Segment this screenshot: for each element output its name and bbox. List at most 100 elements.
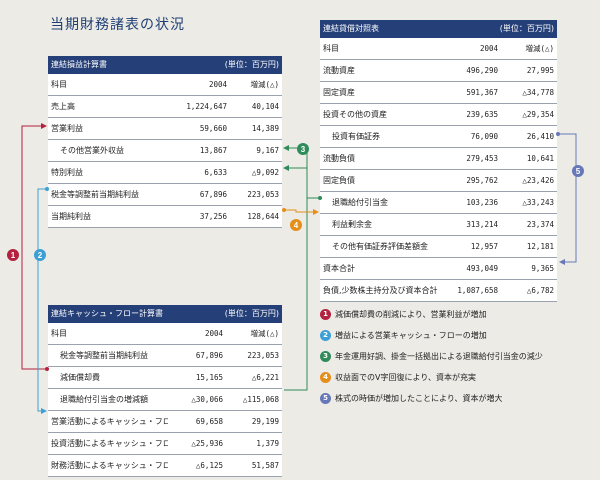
table-row: 特別利益 6,633 △9,092 [48,161,282,184]
svg-text:3: 3 [301,145,306,154]
table-row: その他営業外収益 13,867 9,167 [48,139,282,162]
row-value-2004: 313,214 [441,213,501,236]
row-value-2004: 103,236 [441,191,501,214]
row-value-2004: △30,066 [168,388,226,411]
badge-5: 5 [572,165,584,177]
row-label: 負債,少数株主持分及び資本合計 [320,279,441,302]
legend-text: 年金運用好調、掛金一括拠出による退職給付引当金の減少 [335,352,543,361]
row-label: 営業利益 [48,117,170,140]
page-title: 当期財務諸表の状況 [50,17,185,33]
table-row: 営業利益 59,660 14,389 [48,117,282,140]
svg-text:1: 1 [11,251,16,260]
row-label: 流動資産 [320,59,441,82]
connector-3b [283,145,308,168]
table-row: 減価償却費 15,165 △6,221 [48,366,282,389]
row-label: 科目 [48,322,168,345]
row-value-2004: 59,660 [170,117,230,140]
row-value-2004: 67,896 [170,183,230,206]
row-value-2004: 2004 [170,73,230,96]
row-label: 利益剰余金 [320,213,441,236]
table-row: 投資有価証券 76,090 26,410 [320,125,557,148]
connector-1 [21,123,47,370]
row-value-change: △9,092 [230,161,282,184]
row-value-2004: 69,658 [168,410,226,433]
badge-1: 1 [7,249,19,261]
row-label: その他営業外収益 [48,139,170,162]
row-label: 特別利益 [48,161,170,184]
row-value-change: 27,995 [501,59,557,82]
row-label: 退職給付引当金の増減額 [48,388,168,411]
row-label: 科目 [320,37,441,60]
legend-badge: 4 [320,372,331,383]
table-row: 科目 2004 増減(△) [320,37,557,60]
table-row: 固定資産 591,367 △34,778 [320,81,557,104]
row-value-2004: 295,762 [441,169,501,192]
badge-4: 4 [290,219,302,231]
row-value-2004: 496,290 [441,59,501,82]
row-label: 営業活動によるキャッシュ・フロー [48,410,168,433]
legend-text: 株式の時価が増加したことにより、資本が増大 [335,394,503,403]
cashflow-table-title: 連結キャッシュ・フロー計算書 [48,305,168,323]
row-label: 科目 [48,73,170,96]
row-value-2004: 591,367 [441,81,501,104]
row-label: 資本合計 [320,257,441,280]
row-label: 財務活動によるキャッシュ・フロー [48,454,168,477]
row-value-change: 223,053 [230,183,282,206]
row-value-change: 23,374 [501,213,557,236]
table-row: 投資活動によるキャッシュ・フロー △25,936 1,379 [48,432,282,455]
table-row: 投資その他の資産 239,635 △29,354 [320,103,557,126]
legend-text: 減価償却費の削減により、営業利益が増加 [335,310,487,319]
balance-table-title: 連結貸借対照表 [320,20,441,38]
connector-3c [284,198,308,391]
row-value-change: 増減(△) [501,37,557,60]
badge-3: 3 [297,143,309,155]
legend-badge: 1 [320,309,331,320]
row-value-2004: 239,635 [441,103,501,126]
row-value-change: 9,365 [501,257,557,280]
row-value-change: 40,104 [230,95,282,118]
table-row: 科目 2004 増減(△) [48,73,282,96]
table-row: 退職給付引当金の増減額 △30,066 △115,068 [48,388,282,411]
badge-2: 2 [34,249,46,261]
table-row: 営業活動によるキャッシュ・フロー 69,658 29,199 [48,410,282,433]
legend: 1 減価償却費の削減により、営業利益が増加 2 増益による営業キャッシュ・フロー… [320,304,596,409]
table-row: 利益剰余金 313,214 23,374 [320,213,557,236]
row-value-2004: 493,049 [441,257,501,280]
table-row: 固定負債 295,762 △23,426 [320,169,557,192]
row-value-change: 増減(△) [230,73,282,96]
row-label: 税金等調整前当期純利益 [48,183,170,206]
row-value-change: △23,426 [501,169,557,192]
row-value-change: △6,221 [226,366,282,389]
row-label: 固定負債 [320,169,441,192]
legend-item: 2 増益による営業キャッシュ・フローの増加 [320,325,596,346]
table-row: 財務活動によるキャッシュ・フロー △6,125 51,587 [48,454,282,477]
table-row: 退職給付引当金 103,236 △33,243 [320,191,557,214]
row-label: その他有価証券評価差額金 [320,235,441,258]
table-row: その他有価証券評価差額金 12,957 12,181 [320,235,557,258]
row-label: 税金等調整前当期純利益 [48,344,168,367]
row-value-2004: 13,867 [170,139,230,162]
balance-table-unit: (単位：百万円) [441,20,557,38]
row-label: 退職給付引当金 [320,191,441,214]
row-value-2004: △25,936 [168,432,226,455]
table-row: 資本合計 493,049 9,365 [320,257,557,280]
connector-4-dot [282,208,286,212]
row-label: 投資有価証券 [320,125,441,148]
cashflow-table-unit: (単位：百万円) [168,305,282,323]
row-value-2004: 37,256 [170,205,230,228]
row-value-change: △115,068 [226,388,282,411]
row-value-change: 223,053 [226,344,282,367]
row-value-change: 増減(△) [226,322,282,345]
connector-2 [37,188,47,414]
table-row: 税金等調整前当期純利益 67,896 223,053 [48,344,282,367]
table-row: 流動資産 496,290 27,995 [320,59,557,82]
row-value-change: △6,782 [501,279,557,302]
row-value-2004: △6,125 [168,454,226,477]
row-value-2004: 1,087,658 [441,279,501,302]
row-value-change: 128,644 [230,205,282,228]
row-value-change: △29,354 [501,103,557,126]
table-row: 流動負債 279,453 10,641 [320,147,557,170]
row-value-2004: 12,957 [441,235,501,258]
legend-text: 収益面でのV字回復により、資本が充実 [335,373,476,382]
legend-item: 4 収益面でのV字回復により、資本が充実 [320,367,596,388]
